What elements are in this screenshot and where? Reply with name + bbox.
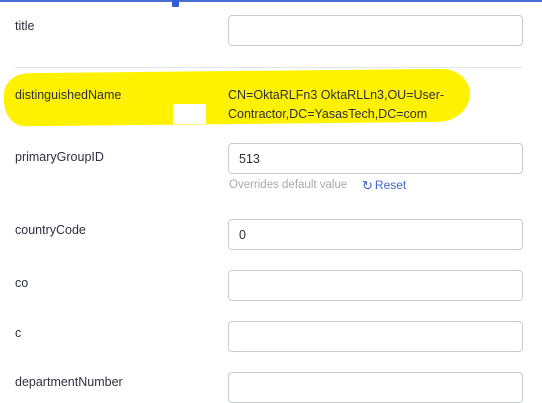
co-label: co bbox=[15, 276, 29, 290]
top-selection-rule bbox=[0, 0, 542, 2]
department-number-input[interactable] bbox=[228, 372, 523, 403]
title-label: title bbox=[15, 19, 35, 33]
reset-button[interactable]: ↻ Reset bbox=[362, 178, 406, 192]
title-input[interactable] bbox=[228, 15, 523, 46]
highlighter-gap bbox=[173, 104, 206, 124]
country-code-label: countryCode bbox=[15, 223, 86, 237]
reset-label: Reset bbox=[374, 178, 407, 192]
primary-group-id-label: primaryGroupID bbox=[15, 150, 104, 164]
distinguished-name-value: CN=OktaRLFn3 OktaRLLn3,OU=User-Contracto… bbox=[228, 88, 445, 121]
resize-handle-icon[interactable] bbox=[172, 0, 179, 7]
co-input[interactable] bbox=[228, 270, 523, 301]
section-divider bbox=[15, 67, 523, 68]
department-number-label: departmentNumber bbox=[15, 375, 123, 389]
country-code-input[interactable] bbox=[228, 219, 523, 250]
distinguished-name-label: distinguishedName bbox=[15, 88, 122, 102]
c-label: c bbox=[15, 326, 22, 340]
override-hint: Overrides default value bbox=[229, 179, 348, 191]
primary-group-id-input[interactable] bbox=[228, 143, 523, 174]
reset-icon: ↻ bbox=[362, 177, 373, 193]
c-input[interactable] bbox=[228, 321, 523, 352]
